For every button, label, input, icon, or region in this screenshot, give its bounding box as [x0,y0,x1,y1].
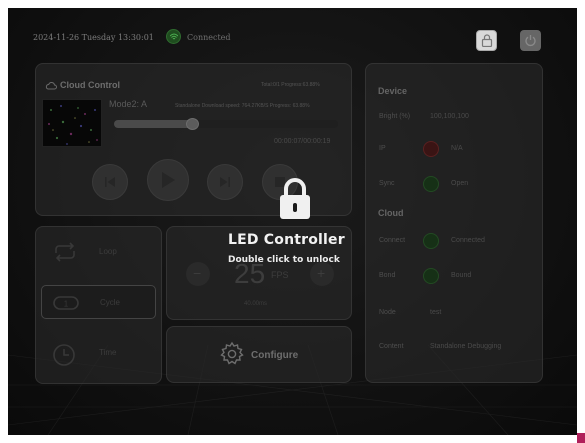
mode-cycle-label: Cycle [100,298,121,307]
gear-icon [220,341,244,365]
minus-icon: − [193,265,202,281]
lock-title: LED Controller [228,232,345,248]
device-info-panel [365,63,543,383]
content-value: Standalone Debugging [430,343,502,350]
datetime-label: 2024-11-26 Tuesday 13:30:01 [33,33,154,42]
mode-time-label: Time [99,348,117,357]
ip-value: N/A [451,145,463,152]
ip-label: IP [379,145,386,152]
connect-status-icon [423,233,439,249]
sync-status-icon [423,176,439,192]
unlock-hint[interactable]: Double click to unlock [228,255,378,265]
frame-interval: 40.00ms [244,301,268,307]
next-button[interactable] [207,164,243,200]
bond-status-icon [423,268,439,284]
cloud-control-title: Cloud Control [60,80,120,90]
brightness-label: Bright (%) [379,113,411,120]
content-label: Content [379,343,404,350]
previous-button[interactable] [92,164,128,200]
bond-value: Bound [451,272,472,279]
cloud-progress-stats: Total:0/1 Progress:63.88% [261,82,320,88]
connection-status: Connected [187,33,231,42]
cloud-heading: Cloud [378,208,404,218]
device-heading: Device [378,86,408,96]
skip-forward-icon [220,177,230,187]
download-status: Standalone Download speed: 764.27KB/S Pr… [175,103,310,109]
wifi-icon [166,29,181,44]
cloud-icon [45,81,57,90]
play-button[interactable] [147,159,189,201]
mode-loop-label: Loop [99,247,117,256]
loop-icon [55,242,75,262]
fps-decrease-button[interactable]: − [186,262,210,286]
mode-loop[interactable]: Loop [41,235,156,269]
fps-unit: FPS [271,270,289,280]
fps-increase-button[interactable]: + [310,262,334,286]
node-label: Node [379,309,396,316]
cycle-icon: 1 [53,296,79,310]
playback-time: 00:00:07/00:00:19 [274,138,331,145]
bond-label: Bond [379,272,396,279]
mode-label: Mode2: A [109,99,148,109]
play-icon [162,172,175,188]
progress-fill [114,120,193,128]
mode-time[interactable]: Time [41,336,156,370]
skip-back-icon [105,177,115,187]
brightness-value: 100,100,100 [430,113,469,120]
lock-icon [481,34,493,47]
svg-text:1: 1 [64,300,69,309]
ip-status-icon [423,141,439,157]
plus-icon: + [317,265,326,281]
sync-label: Sync [379,180,395,187]
power-button[interactable] [520,30,541,51]
power-icon [525,35,536,47]
sync-value: Open [451,180,469,187]
configure-label: Configure [251,350,299,361]
padlock-icon[interactable] [277,177,313,221]
lock-button[interactable] [476,30,497,51]
clock-icon [53,344,75,366]
connect-value: Connected [451,237,485,244]
mode-cycle[interactable]: 1 Cycle [41,285,156,319]
connect-label: Connect [379,237,406,244]
corner-marker [577,433,585,443]
node-value: test [430,309,442,316]
progress-slider[interactable] [114,118,338,130]
video-thumbnail [42,99,102,147]
